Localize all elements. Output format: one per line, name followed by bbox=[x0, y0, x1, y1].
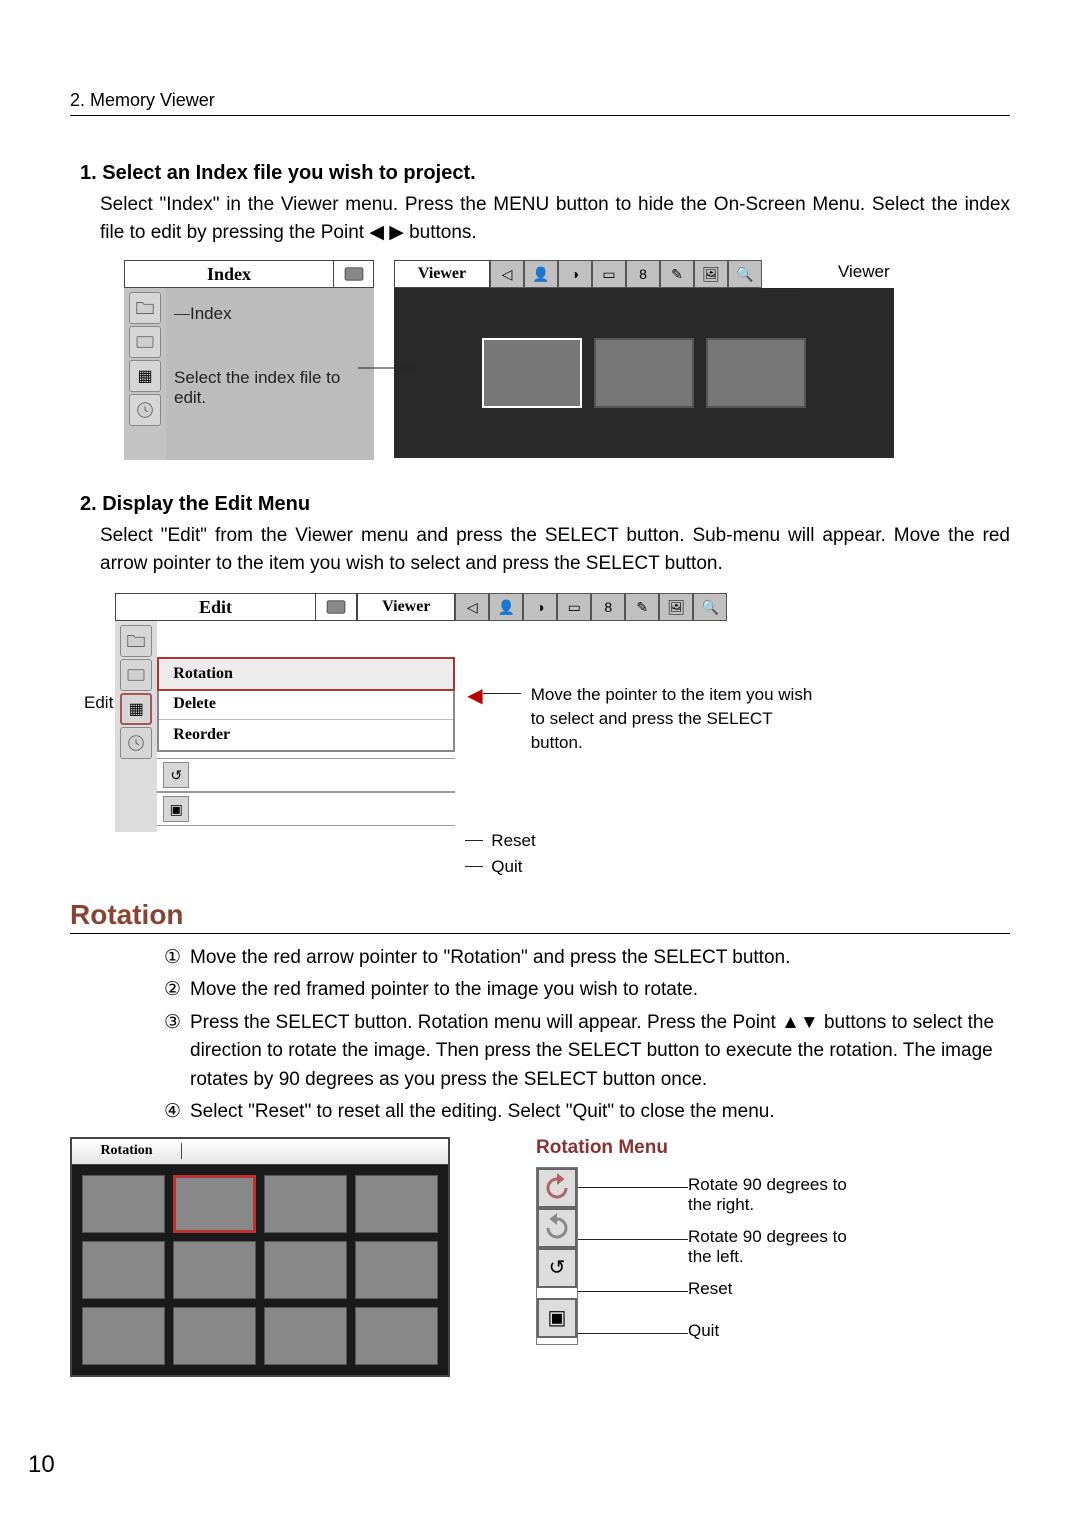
rotation-step-2: Move the red framed pointer to the image… bbox=[190, 976, 1010, 1005]
toolbar-number-icon: 8 bbox=[626, 260, 660, 288]
rotation-quit-label: Quit bbox=[688, 1321, 719, 1341]
fig2-toolbar: ◁ 👤 ◑ ▭ 8 ✎ 🖼 🔍 bbox=[455, 593, 820, 621]
toolbar-search-icon: 🔍 bbox=[728, 260, 762, 288]
fig1-viewer-caption: Viewer bbox=[838, 262, 890, 282]
fig2-edit-menu: Edit Viewer ▦ bbox=[115, 593, 455, 876]
submenu-reorder: Reorder bbox=[159, 720, 453, 750]
folder-icon bbox=[129, 292, 161, 324]
rotate-right-icon bbox=[537, 1168, 577, 1208]
rotation-step-4: Select "Reset" to reset all the editing.… bbox=[190, 1098, 1010, 1127]
toolbar-search-icon: 🔍 bbox=[693, 593, 727, 621]
fig1-filmstrip bbox=[394, 288, 894, 458]
step-num-4: ④ bbox=[164, 1098, 190, 1127]
rotation-thumb bbox=[82, 1175, 165, 1233]
edit-tool-icon: ▦ bbox=[129, 360, 161, 392]
rotation-thumb bbox=[355, 1175, 438, 1233]
toolbar-back-icon: ◁ bbox=[455, 593, 489, 621]
fig2-quit-label: Quit bbox=[491, 857, 522, 877]
reset-icon: ↺ bbox=[537, 1248, 577, 1288]
toolbar-screen-icon: ▭ bbox=[557, 593, 591, 621]
toolbar-contrast-icon: ◑ bbox=[523, 593, 557, 621]
rotation-heading: Rotation bbox=[70, 899, 1010, 934]
rotation-thumb-selected bbox=[173, 1175, 256, 1233]
step-num-3: ③ bbox=[164, 1009, 190, 1095]
rotation-thumb bbox=[264, 1241, 347, 1299]
toolbar-screen-icon: ▭ bbox=[592, 260, 626, 288]
rotation-reset-label: Reset bbox=[688, 1279, 732, 1299]
toolbar-image-icon: 🖼 bbox=[659, 593, 693, 621]
red-arrow-icon: ◀ bbox=[467, 683, 482, 708]
rotation-thumb bbox=[264, 1175, 347, 1233]
fig1-index-label: Index bbox=[190, 304, 232, 324]
rotation-step-3: Press the SELECT button. Rotation menu w… bbox=[190, 1009, 1010, 1095]
step-num-2: ② bbox=[164, 976, 190, 1005]
step2-desc: Select "Edit" from the Viewer menu and p… bbox=[100, 522, 1010, 577]
quit-icon: ▣ bbox=[163, 796, 189, 822]
page-number: 10 bbox=[28, 1451, 55, 1479]
quit-icon: ▣ bbox=[537, 1298, 577, 1338]
step2-title: 2. Display the Edit Menu bbox=[80, 493, 1010, 516]
rotate-left-label: Rotate 90 degrees to the left. bbox=[688, 1227, 868, 1267]
submenu-rotation: Rotation bbox=[157, 657, 455, 691]
rotation-menu-title: Rotation Menu bbox=[536, 1137, 868, 1159]
fig2-reset-label: Reset bbox=[491, 831, 535, 851]
page-header: 2. Memory Viewer bbox=[70, 90, 1010, 116]
clock-icon bbox=[120, 727, 152, 759]
fig1-toolbar: ◁ 👤 ◑ ▭ 8 ✎ 🖼 🔍 bbox=[490, 260, 762, 288]
fig1-menu-title: Index bbox=[125, 261, 333, 287]
toolbar-number-icon: 8 bbox=[591, 593, 625, 621]
thumb bbox=[482, 338, 582, 408]
reset-icon: ↺ bbox=[163, 762, 189, 788]
rotation-thumbnail-grid: Rotation bbox=[70, 1137, 450, 1377]
fig1-select-label: Select the index file to edit. bbox=[174, 368, 366, 408]
pointer-line-icon bbox=[358, 358, 418, 378]
step-num-1: ① bbox=[164, 944, 190, 973]
rotation-thumb bbox=[173, 1241, 256, 1299]
fig1-index-menu: Index ▦ bbox=[124, 260, 374, 460]
memory-card-icon bbox=[315, 594, 357, 620]
thumb bbox=[706, 338, 806, 408]
rotation-step-1: Move the red arrow pointer to "Rotation"… bbox=[190, 944, 1010, 973]
fig1-viewer-label: Viewer bbox=[395, 261, 489, 287]
toolbar-image-icon: 🖼 bbox=[694, 260, 728, 288]
submenu-delete: Delete bbox=[159, 689, 453, 720]
rotation-thumb bbox=[173, 1307, 256, 1365]
rotate-right-label: Rotate 90 degrees to the right. bbox=[688, 1175, 868, 1215]
toolbar-pencil-icon: ✎ bbox=[660, 260, 694, 288]
fig2-viewer-label: Viewer bbox=[357, 594, 454, 620]
rotation-thumb bbox=[355, 1307, 438, 1365]
rotation-thumb bbox=[355, 1241, 438, 1299]
step1-title: 1. Select an Index file you wish to proj… bbox=[80, 162, 1010, 185]
card-small-icon bbox=[129, 326, 161, 358]
rotation-thumb bbox=[264, 1307, 347, 1365]
toolbar-back-icon: ◁ bbox=[490, 260, 524, 288]
fig2-menu-title: Edit bbox=[116, 594, 314, 620]
memory-card-icon bbox=[333, 261, 373, 287]
toolbar-contrast-icon: ◑ bbox=[558, 260, 592, 288]
toolbar-user-icon: 👤 bbox=[489, 593, 523, 621]
folder-icon bbox=[120, 625, 152, 657]
edit-tool-icon: ▦ bbox=[120, 693, 152, 725]
rotate-left-icon bbox=[537, 1208, 577, 1248]
toolbar-pencil-icon: ✎ bbox=[625, 593, 659, 621]
toolbar-user-icon: 👤 bbox=[524, 260, 558, 288]
step1-desc: Select "Index" in the Viewer menu. Press… bbox=[100, 191, 1010, 246]
clock-icon bbox=[129, 394, 161, 426]
thumb bbox=[594, 338, 694, 408]
rotation-thumb bbox=[82, 1307, 165, 1365]
rotation-thumb bbox=[82, 1241, 165, 1299]
card-small-icon bbox=[120, 659, 152, 691]
fig2-edit-label: Edit bbox=[84, 693, 113, 876]
fig2-main-caption: Move the pointer to the item you wish to… bbox=[531, 683, 821, 754]
rotation-fig-title: Rotation bbox=[72, 1143, 182, 1159]
